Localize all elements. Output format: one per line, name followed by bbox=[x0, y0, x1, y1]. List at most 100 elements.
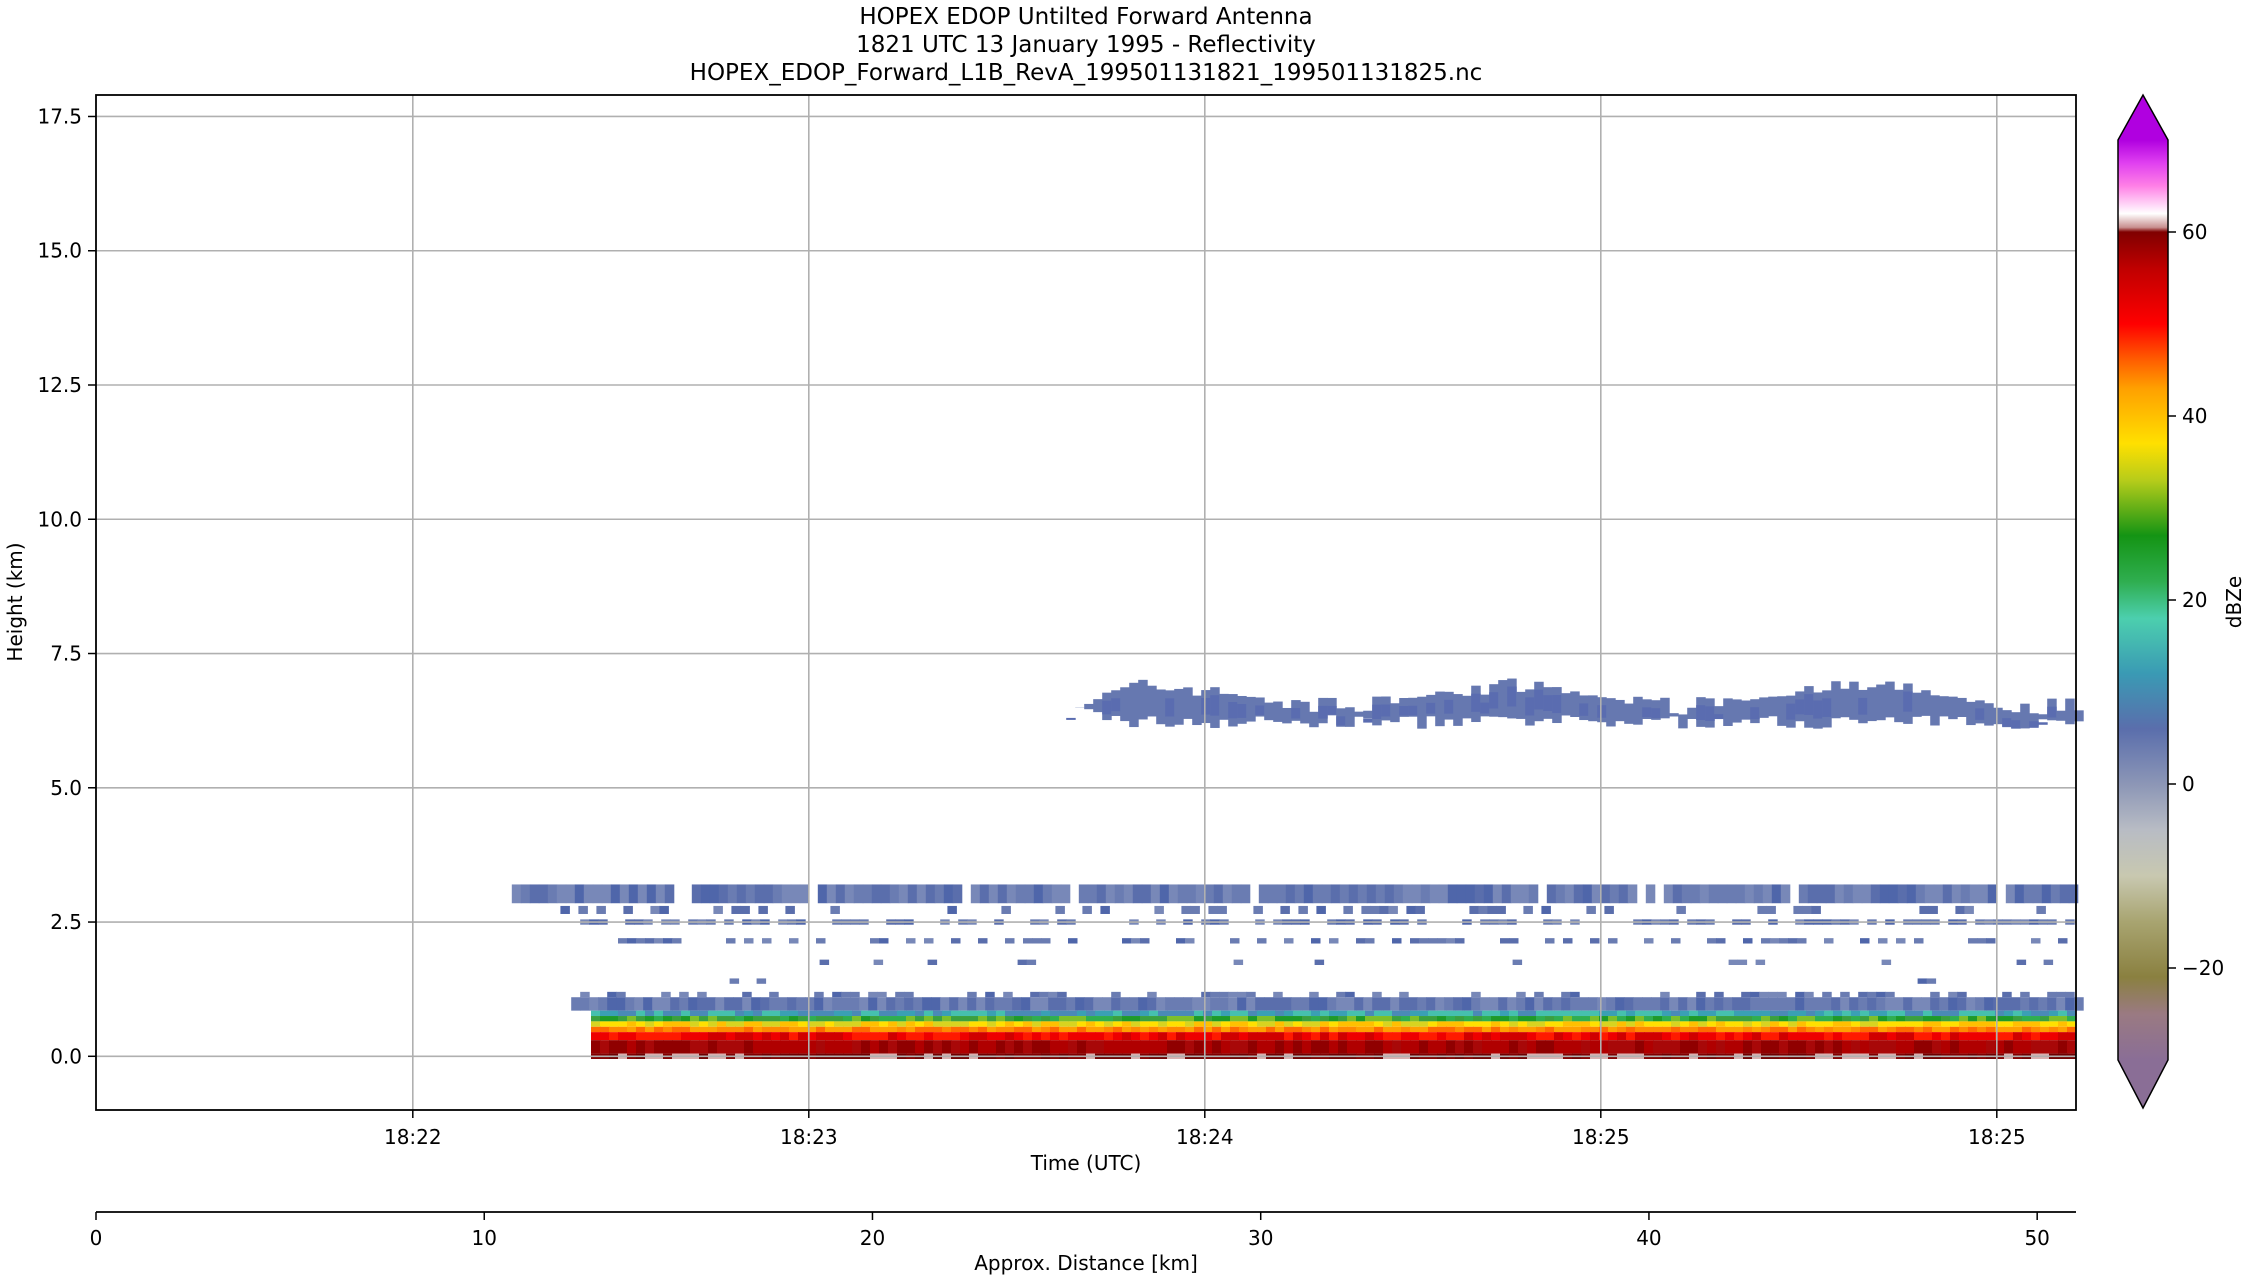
precip-band-cell bbox=[1383, 1021, 1393, 1027]
precip-band-cell bbox=[1257, 1016, 1267, 1022]
x-axis-time: 18:22 18:23 18:24 18:25 18:25 bbox=[384, 1110, 2026, 1149]
precip-band-cell bbox=[1896, 1021, 1906, 1027]
upper-cloud-core bbox=[1597, 705, 1607, 718]
precip-band-cell bbox=[1770, 1021, 1780, 1027]
low-cloud-speck bbox=[1867, 991, 1877, 998]
mid-layer-cell bbox=[880, 884, 891, 904]
precip-band-cell bbox=[1500, 1016, 1510, 1022]
precip-band-cell bbox=[1149, 1040, 1159, 1054]
mid-layer-cell bbox=[871, 884, 882, 904]
mid-layer-cell bbox=[1150, 884, 1161, 904]
precip-band-cell bbox=[1437, 1026, 1447, 1033]
low-cloud-cell bbox=[1318, 997, 1328, 1011]
mid-layer-cell bbox=[1618, 884, 1629, 904]
precip-band-cell bbox=[1212, 1032, 1222, 1041]
low-cloud-speck bbox=[1777, 991, 1787, 998]
precip-band-cell bbox=[2058, 1040, 2068, 1054]
precip-band-cell bbox=[1491, 1040, 1501, 1054]
precip-band-cell bbox=[1950, 1010, 1960, 1017]
precip-band-cell bbox=[1536, 1026, 1546, 1033]
mid-layer-cell bbox=[1726, 884, 1737, 904]
mid-layer-streak bbox=[1023, 938, 1033, 944]
low-cloud-cell bbox=[670, 997, 680, 1011]
low-cloud-cell bbox=[1273, 997, 1283, 1011]
precip-band-cell bbox=[1608, 1016, 1618, 1022]
precip-band-cell bbox=[1428, 1026, 1438, 1033]
mid-layer-streak bbox=[744, 938, 754, 944]
precip-band-cell bbox=[2022, 1040, 2032, 1054]
upper-cloud-column bbox=[1759, 697, 1769, 718]
precip-band-cell bbox=[1500, 1021, 1510, 1027]
precip-band-cell bbox=[1302, 1021, 1312, 1027]
precip-band-cell bbox=[1896, 1010, 1906, 1017]
low-cloud-speck bbox=[1957, 991, 1967, 998]
low-cloud-cell bbox=[1408, 997, 1418, 1011]
upper-cloud-column bbox=[1741, 700, 1751, 720]
precip-band-cell bbox=[1104, 1026, 1114, 1033]
mid-layer-cell bbox=[952, 884, 963, 904]
precip-band-cell bbox=[1122, 1021, 1132, 1027]
precip-band-cell bbox=[1986, 1010, 1996, 1017]
mid-layer-cell bbox=[736, 884, 747, 904]
precip-band-cell bbox=[1194, 1010, 1204, 1017]
precip-band-cell bbox=[1887, 1026, 1897, 1033]
precip-band-cell bbox=[690, 1026, 700, 1033]
precip-band-cell bbox=[591, 1016, 601, 1022]
precip-band-cell bbox=[816, 1016, 826, 1022]
low-cloud-cell bbox=[598, 997, 608, 1011]
precip-band-cell bbox=[1860, 1040, 1870, 1054]
upper-cloud-column bbox=[1678, 714, 1688, 729]
low-cloud-cell bbox=[841, 997, 851, 1011]
precip-band-cell bbox=[1239, 1032, 1249, 1041]
mid-layer-cell bbox=[898, 884, 909, 904]
precip-band-cell bbox=[969, 1032, 979, 1041]
mid-layer-cell bbox=[754, 884, 765, 904]
precip-band-cell bbox=[1374, 1040, 1384, 1054]
mid-layer-cell bbox=[979, 884, 990, 904]
upper-cloud-column bbox=[1606, 698, 1616, 727]
mid-layer-cell bbox=[1006, 884, 1017, 904]
mid-layer-cell bbox=[1087, 884, 1098, 904]
precip-band-cell bbox=[879, 1016, 889, 1022]
precip-band-cell bbox=[1122, 1040, 1132, 1054]
precip-band-cell bbox=[1500, 1010, 1510, 1017]
precip-band-cell bbox=[1473, 1032, 1483, 1041]
precip-band-cell bbox=[2040, 1010, 2050, 1017]
precip-band-cell bbox=[1356, 1010, 1366, 1017]
mid-layer-cell bbox=[1168, 884, 1179, 904]
mid-layer-cell bbox=[709, 884, 720, 904]
low-cloud-speck bbox=[1309, 991, 1319, 998]
precip-band-cell bbox=[1608, 1040, 1618, 1054]
upper-cloud-core bbox=[2011, 720, 2021, 729]
low-cloud-cell bbox=[1390, 997, 1400, 1011]
precip-band-cell bbox=[771, 1021, 781, 1027]
low-cloud-cell bbox=[1012, 997, 1022, 1011]
precip-band-cell bbox=[906, 1010, 916, 1017]
mid-layer-fringe bbox=[1955, 905, 1965, 914]
precip-band-cell bbox=[1383, 1026, 1393, 1033]
mid-layer-cell bbox=[1078, 884, 1089, 904]
mid-layer-cell bbox=[1411, 884, 1422, 904]
low-cloud-cell bbox=[1201, 997, 1211, 1011]
mid-layer-fringe bbox=[1928, 905, 1938, 914]
precip-band-cell bbox=[1077, 1026, 1087, 1033]
precip-band-cell bbox=[1149, 1016, 1159, 1022]
upper-cloud-column bbox=[1849, 681, 1859, 720]
precip-band-cell bbox=[1050, 1032, 1060, 1041]
precip-band-cell bbox=[1581, 1010, 1591, 1017]
mid-layer-cell bbox=[1312, 884, 1323, 904]
mid-layer-cell bbox=[1564, 884, 1575, 904]
precip-band-cell bbox=[1986, 1026, 1996, 1033]
precip-band-cell bbox=[816, 1021, 826, 1027]
mid-layer-fringe bbox=[785, 905, 795, 914]
precip-band-cell bbox=[1626, 1021, 1636, 1027]
mid-layer-cell bbox=[1195, 884, 1206, 904]
precip-band-cell bbox=[1239, 1016, 1249, 1022]
mid-layer-streak bbox=[1545, 938, 1555, 944]
precip-band-cell bbox=[1941, 1032, 1951, 1041]
mid-layer-streak bbox=[1509, 938, 1519, 944]
precip-band-cell bbox=[1032, 1010, 1042, 1017]
mid-layer-speck bbox=[873, 959, 884, 965]
precip-band-cell bbox=[1815, 1010, 1825, 1017]
mid-layer-streak bbox=[2031, 938, 2041, 944]
